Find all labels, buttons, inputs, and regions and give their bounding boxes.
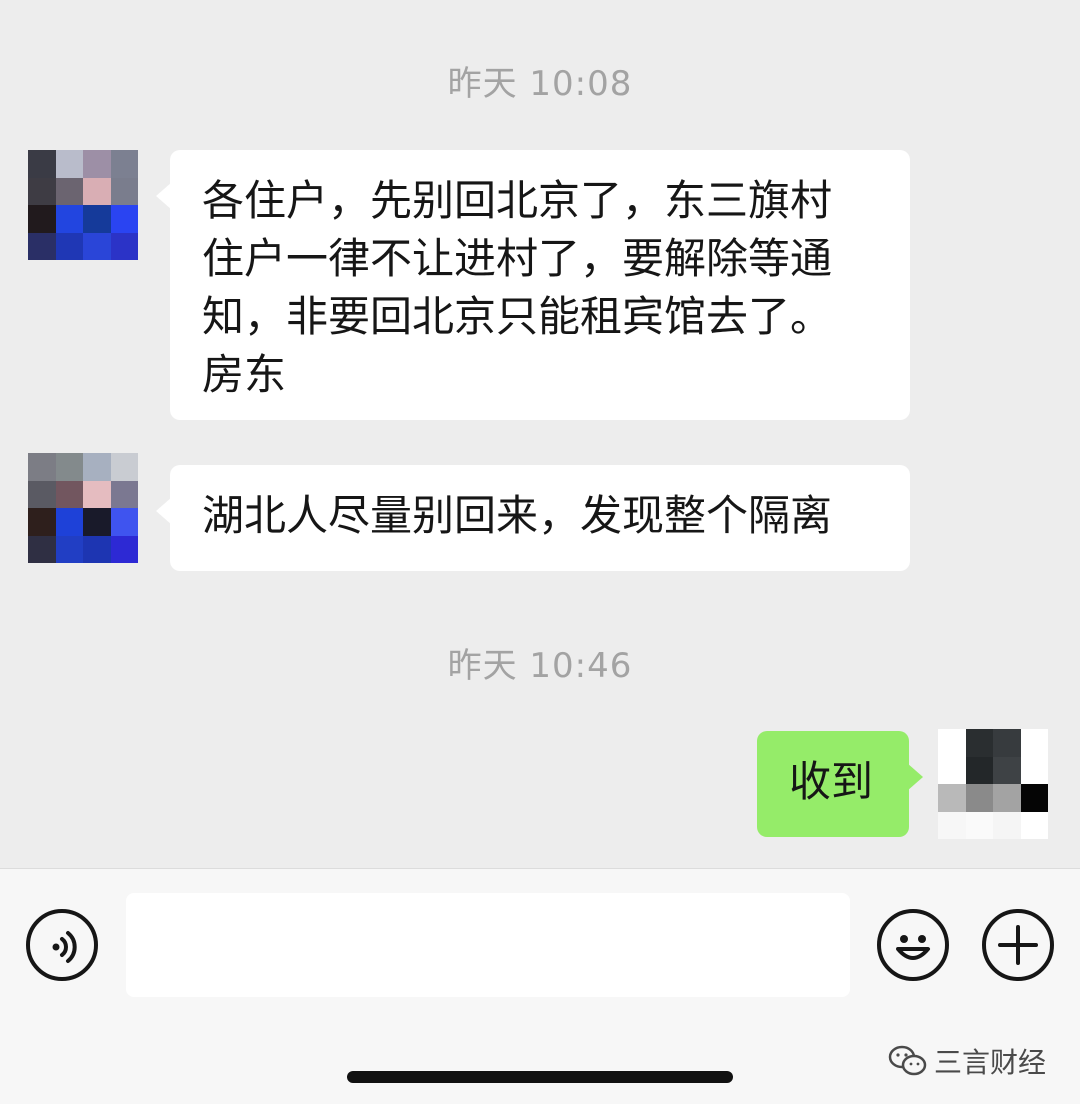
emoji-icon [896,935,930,960]
message-line: 各住户，先别回北京了，东三旗村 [202,176,833,225]
message-line: 湖北人尽量别回来，发现整个隔离 [202,491,833,540]
avatar[interactable] [28,453,138,563]
watermark: 三言财经 [888,1041,1046,1081]
more-button[interactable] [982,909,1054,981]
plus-icon [998,925,1038,965]
my-message-bubble[interactable]: 收到 [757,731,923,837]
home-indicator[interactable] [347,1071,733,1083]
message-line: 房东 [202,350,287,399]
timestamp: 昨天 10:46 [447,646,633,686]
voice-icon [52,931,77,963]
message-bubble[interactable]: 湖北人尽量别回来，发现整个隔离 [156,465,910,571]
message-bubble[interactable]: 各住户，先别回北京了，东三旗村 住户一律不让进村了，要解除等通 知，非要回北京只… [156,150,910,420]
watermark-text: 三言财经 [933,1046,1046,1079]
chat-area: 昨天 10:08 各住户，先别回北京了，东三旗村 住户一律不让进村了，要解除等通… [0,0,1080,868]
voice-button[interactable] [26,909,98,981]
message-input[interactable] [126,893,850,997]
message-line: 住户一律不让进村了，要解除等通 [202,234,833,283]
message-line: 收到 [789,757,874,806]
timestamp: 昨天 10:08 [447,64,633,104]
avatar[interactable] [28,150,138,260]
my-avatar[interactable] [938,729,1048,839]
input-bar: 三言财经 [0,868,1080,1104]
emoji-button[interactable] [877,909,949,981]
wechat-icon [888,1045,927,1076]
message-line: 知，非要回北京只能租宾馆去了。 [202,292,833,341]
